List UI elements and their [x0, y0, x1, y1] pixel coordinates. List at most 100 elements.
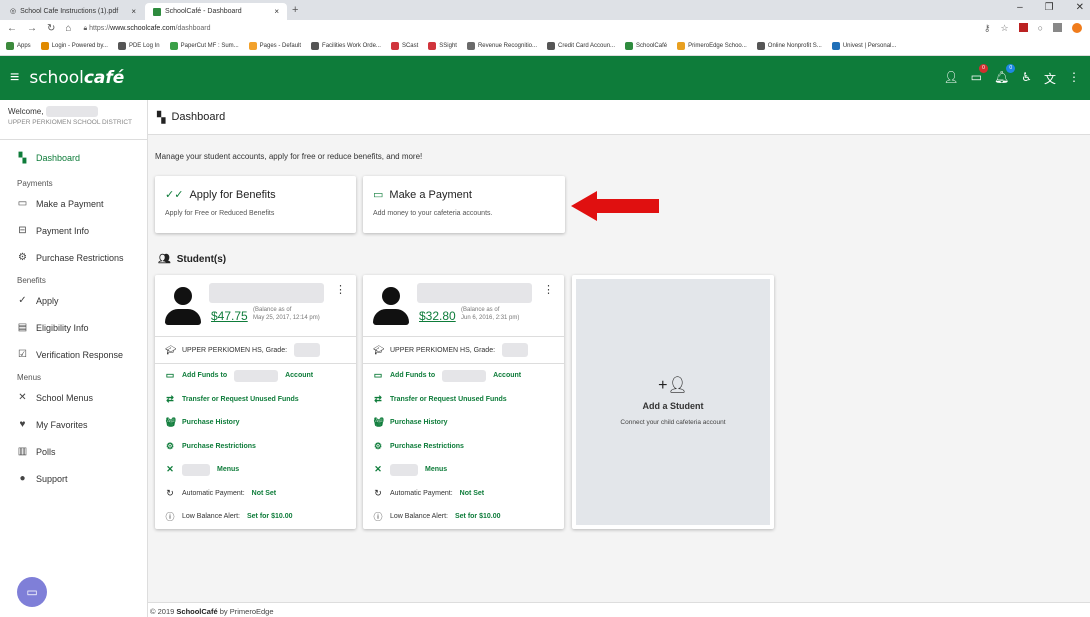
more-vert-icon[interactable]: ⋮	[543, 283, 554, 296]
add-student-title: Add a Student	[642, 401, 704, 411]
minimize-icon[interactable]: –	[1017, 2, 1023, 13]
messages-count: 0	[978, 64, 988, 73]
sidebar-item-label: Verification Response	[36, 349, 124, 360]
maximize-icon[interactable]: ❐	[1045, 2, 1054, 13]
accessibility-icon[interactable]: ♿︎	[1021, 70, 1032, 87]
url-field[interactable]: 🔒︎ https://www.schoolcafe.com/dashboard	[83, 25, 210, 33]
forward-icon[interactable]: →	[27, 23, 37, 34]
messages-icon[interactable]: ▭ 0	[971, 64, 988, 87]
apply-benefits-card[interactable]: ✓✓ Apply for Benefits Apply for Free or R…	[155, 176, 356, 233]
more-vert-icon[interactable]: ⋮	[335, 283, 346, 296]
bookmark-label: Univest | Personal...	[842, 43, 897, 49]
sidebar-item-purchase-restrictions[interactable]: ⚙ Purchase Restrictions	[0, 244, 147, 271]
auto-payment-label: Automatic Payment:	[390, 489, 453, 497]
browser-tab-dashboard[interactable]: SchoolCafé - Dashboard ×	[145, 3, 287, 20]
bookmark-item[interactable]: Online Nonprofit S...	[756, 42, 822, 50]
alert-value[interactable]: Set for $10.00	[247, 513, 293, 520]
menus-link[interactable]: ✕ Menus	[155, 458, 356, 482]
redacted-name	[46, 106, 99, 117]
bookmark-item[interactable]: Univest | Personal...	[831, 42, 897, 50]
sidebar-item-verification-response[interactable]: ☑ Verification Response	[0, 341, 147, 368]
bookmark-item[interactable]: SchoolCafé	[625, 42, 667, 50]
sidebar-item-my-favorites[interactable]: ♥ My Favorites	[0, 411, 147, 438]
profile-avatar[interactable]	[1072, 23, 1082, 33]
add-funds-link[interactable]: ▭ Add Funds to Account	[363, 364, 564, 388]
bookmark-favicon-icon	[311, 42, 320, 50]
alert-value[interactable]: Set for $10.00	[455, 513, 501, 520]
bookmark-item[interactable]: Facilities Work Orde...	[311, 42, 381, 50]
transfer-funds-link[interactable]: ⇄ Transfer or Request Unused Funds	[155, 388, 356, 412]
purchase-history-link[interactable]: 🧺︎ Purchase History	[363, 411, 564, 435]
auto-payment-value[interactable]: Not Set	[460, 490, 485, 497]
gear-icon: ⚙	[165, 440, 175, 451]
bookmark-item[interactable]: Pages - Default	[248, 42, 301, 50]
star-icon[interactable]: ☆	[1000, 23, 1008, 34]
browser-tab-pdf[interactable]: ◎ School Cafe Instructions (1).pdf ×	[2, 3, 144, 20]
sidebar-item-make-payment[interactable]: ▭ Make a Payment	[0, 190, 147, 217]
extension-icon[interactable]	[1053, 23, 1062, 32]
bookmark-label: Login - Powered by...	[51, 43, 108, 49]
account-icon[interactable]: 👤︎	[943, 70, 958, 87]
section-benefits: Benefits	[17, 276, 46, 285]
main-content: ▚ Dashboard Manage your student accounts…	[148, 100, 1090, 617]
close-tab-icon[interactable]: ×	[131, 3, 136, 20]
bookmark-item[interactable]: Credit Card Accoun...	[547, 42, 615, 50]
auto-payment-value[interactable]: Not Set	[252, 490, 277, 497]
browser-tab-strip: ◎ School Cafe Instructions (1).pdf × Sch…	[0, 0, 1090, 20]
automatic-payment-row: ↻ Automatic Payment: Not Set	[363, 482, 564, 506]
bookmark-item[interactable]: SCast	[390, 42, 418, 50]
purchase-history-link[interactable]: 🧺︎ Purchase History	[155, 411, 356, 435]
purchase-restrictions-link[interactable]: ⚙ Purchase Restrictions	[155, 435, 356, 459]
more-vert-icon[interactable]: ⋮	[1068, 70, 1080, 87]
home-icon[interactable]: ⌂	[65, 23, 71, 34]
sidebar-item-school-menus[interactable]: ✕ School Menus	[0, 384, 147, 411]
app-header: ≡ schoolcafé 👤︎ ▭ 0 🔔︎ 0 ♿︎ 文 ⋮	[0, 56, 1090, 100]
bookmark-favicon-icon	[390, 42, 399, 50]
school-grade-text: UPPER PERKIOMEN HS, Grade:	[390, 346, 496, 354]
sidebar-item-payment-info[interactable]: ⊟ Payment Info	[0, 217, 147, 244]
welcome-panel: Welcome, UPPER PERKIOMEN SCHOOL DISTRICT	[0, 100, 147, 140]
sidebar-item-label: Support	[36, 473, 68, 484]
sidebar-item-label: Apply	[36, 295, 59, 306]
close-tab-icon[interactable]: ×	[274, 3, 279, 20]
sidebar-item-eligibility-info[interactable]: ▤ Eligibility Info	[0, 314, 147, 341]
add-student-card[interactable]: +👤︎ Add a Student Connect your child caf…	[572, 275, 774, 529]
student-balance[interactable]: $32.80	[419, 309, 456, 323]
chat-button[interactable]: ▭	[17, 577, 47, 607]
brand-logo[interactable]: schoolcafé	[29, 68, 124, 88]
alert-circle-icon: ⓘ	[165, 512, 175, 523]
reload-icon[interactable]: ↻	[47, 23, 55, 34]
bookmark-item[interactable]: PrimeroEdge Schoo...	[677, 42, 747, 50]
purchase-restrictions-link[interactable]: ⚙ Purchase Restrictions	[363, 435, 564, 459]
bookmark-item[interactable]: PaperCut MF : Sum...	[169, 42, 239, 50]
extension-icon[interactable]: ○	[1038, 23, 1043, 34]
redacted-name	[182, 463, 210, 476]
sidebar-item-dashboard[interactable]: ▚ Dashboard	[0, 142, 147, 174]
bookmark-item[interactable]: Revenue Recognitio...	[466, 42, 537, 50]
bookmark-item[interactable]: Login - Powered by...	[40, 42, 108, 50]
make-payment-card[interactable]: ▭ Make a Payment Add money to your cafete…	[363, 176, 565, 233]
sidebar-item-support[interactable]: ● Support	[0, 465, 147, 492]
back-icon[interactable]: ←	[7, 23, 17, 34]
new-tab-button[interactable]: +	[292, 3, 298, 17]
graduation-cap-icon: 🎓︎	[165, 344, 177, 355]
sync-icon: ↻	[374, 487, 382, 498]
menus-link[interactable]: ✕ Menus	[363, 458, 564, 482]
address-bar-row: ← → ↻ ⌂ 🔒︎ https://www.schoolcafe.com/da…	[0, 20, 1090, 37]
close-window-icon[interactable]: ✕	[1076, 2, 1084, 13]
notifications-icon[interactable]: 🔔︎ 0	[994, 64, 1016, 87]
sidebar-item-apply[interactable]: ✓ Apply	[0, 287, 147, 314]
key-icon[interactable]: ⚷	[984, 23, 991, 34]
translate-icon[interactable]: 文	[1044, 70, 1056, 87]
menu-icon[interactable]: ≡	[10, 69, 19, 87]
bookmark-item[interactable]: PDE Log In	[117, 42, 160, 50]
add-funds-link[interactable]: ▭ Add Funds to Account	[155, 364, 356, 388]
section-payments: Payments	[17, 179, 53, 188]
sidebar-item-polls[interactable]: ▥ Polls	[0, 438, 147, 465]
bookmark-item[interactable]: SSight	[428, 42, 457, 50]
bookmark-item[interactable]: Apps	[6, 42, 31, 50]
transfer-funds-link[interactable]: ⇄ Transfer or Request Unused Funds	[363, 388, 564, 412]
extension-icon[interactable]	[1018, 23, 1028, 32]
student-balance[interactable]: $47.75	[211, 309, 248, 323]
page-title: Dashboard	[171, 111, 226, 123]
